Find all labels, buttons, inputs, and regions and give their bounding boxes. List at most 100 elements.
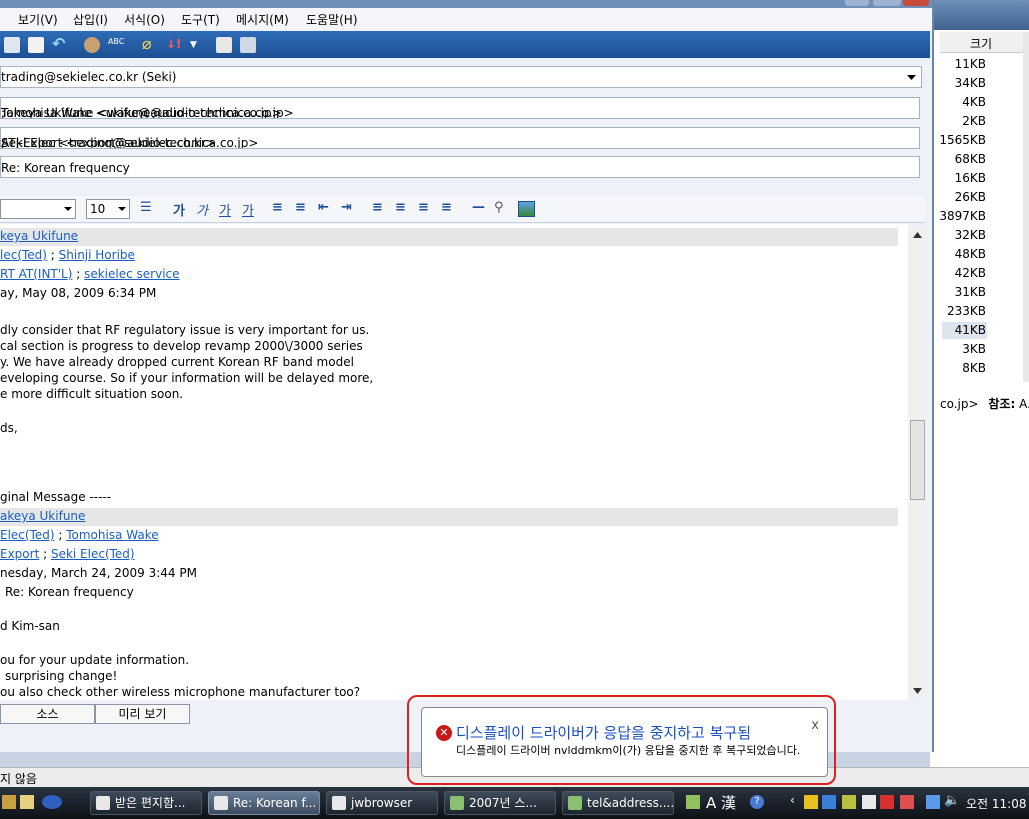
attach-icon[interactable]: ⌀ [142, 36, 158, 53]
horizontal-line-icon[interactable]: — [472, 200, 485, 215]
header-from-link[interactable]: keya Ukifune [0, 229, 78, 243]
quote-cc-link-2[interactable]: Seki Elec(Ted) [51, 547, 135, 561]
body-line: y. We have already dropped current Korea… [0, 355, 354, 369]
quote-header-highlight [0, 508, 898, 526]
chevron-down-icon[interactable] [904, 69, 919, 85]
task-compose[interactable]: Re: Korean f... [208, 791, 320, 815]
font-color-button[interactable]: 가 [242, 200, 254, 219]
subject-field[interactable]: Re: Korean frequency [0, 156, 920, 178]
notification-balloon[interactable]: ✕ 디스플레이 드라이버가 응답을 중지하고 복구됨 디스플레이 드라이버 nv… [421, 707, 828, 777]
from-select[interactable]: trading@sekielec.co.kr (Seki) [0, 66, 922, 88]
undo-icon[interactable]: ↶ [52, 36, 68, 53]
sign-icon[interactable] [216, 37, 232, 53]
cc-recipient-2[interactable]: Seki Elec <trading@sekielec.co.kr> [1, 136, 216, 148]
scroll-down-icon[interactable] [913, 688, 922, 694]
ime-mode[interactable]: A 漢 [706, 792, 736, 813]
explorer-icon[interactable] [20, 795, 34, 809]
copy-icon[interactable] [4, 37, 20, 53]
menu-help[interactable]: 도움말(H) [306, 11, 358, 28]
increase-indent-icon[interactable]: ⇥ [341, 200, 352, 215]
task-inbox[interactable]: 받은 편지함... [90, 791, 202, 815]
tray-expand-icon[interactable]: ‹ [790, 793, 795, 807]
list-scrollbar[interactable] [1023, 32, 1029, 382]
quicklaunch-app-icon[interactable] [42, 795, 62, 809]
task-document[interactable]: 2007년 스... [444, 791, 556, 815]
quote-line: ou also check other wireless microphone … [0, 685, 361, 699]
align-right-icon[interactable]: ≡ [418, 200, 429, 215]
task-spreadsheet[interactable]: tel&address.... [562, 791, 674, 815]
quote-to-link-1[interactable]: Elec(Ted) [0, 528, 55, 542]
bold-button[interactable]: 가 [173, 200, 185, 219]
size-cell: 32KB [954, 228, 986, 242]
task-label: 받은 편지함... [115, 796, 186, 810]
underline-button[interactable]: 가 [219, 200, 231, 219]
tray-app-icon[interactable] [880, 795, 894, 809]
ime-pad-icon[interactable] [686, 795, 700, 809]
priority-icon[interactable]: ↓! [166, 37, 182, 53]
warning-icon[interactable] [804, 795, 818, 809]
priority-dropdown-icon[interactable]: ▼ [190, 37, 200, 53]
spelling-icon[interactable]: ABC [108, 37, 124, 53]
paragraph-style-icon[interactable]: ☰ [140, 200, 152, 215]
quote-greeting: d Kim-san [0, 619, 60, 633]
cc-field[interactable]: ATJ-Export <export@audio-technica.co.jp>… [0, 127, 920, 149]
show-desktop-icon[interactable] [2, 795, 16, 809]
display-icon[interactable] [926, 795, 940, 809]
hyperlink-icon[interactable]: ⚲ [494, 200, 504, 215]
quote-subject: Re: Korean frequency [5, 585, 134, 599]
window-titlebar[interactable] [0, 0, 932, 8]
header-cc: RT AT(INT'L) ; sekielec service [0, 267, 180, 281]
tray-app-icon[interactable] [842, 795, 856, 809]
volume-icon[interactable]: 🔈 [944, 793, 960, 808]
header-to-link-2[interactable]: Shinji Horibe [59, 248, 135, 262]
align-center-icon[interactable]: ≡ [395, 200, 406, 215]
to-field[interactable]: Takeya Ukifune <ukifune@audio-technica.c… [0, 97, 920, 119]
menu-message[interactable]: 메시지(M) [236, 11, 289, 28]
font-name-select[interactable] [0, 199, 76, 219]
bullet-list-icon[interactable]: ≡ [295, 200, 306, 215]
scroll-thumb[interactable] [910, 420, 925, 500]
header-cc-link-1[interactable]: RT AT(INT'L) [0, 267, 72, 281]
header-to-link-1[interactable]: lec(Ted) [0, 248, 47, 262]
encrypt-icon[interactable] [240, 37, 256, 53]
minimize-button[interactable] [845, 0, 869, 6]
align-left-icon[interactable]: ≡ [372, 200, 383, 215]
menu-view[interactable]: 보기(V) [18, 11, 58, 28]
subject-value: Re: Korean frequency [1, 161, 130, 175]
network-icon[interactable] [822, 795, 836, 809]
close-icon[interactable]: x [811, 718, 819, 733]
size-cell: 41KB [954, 323, 986, 337]
tray-app-icon[interactable] [900, 795, 914, 809]
menu-insert[interactable]: 삽입(I) [73, 11, 108, 28]
size-cell: 42KB [954, 266, 986, 280]
quote-from-link[interactable]: akeya Ukifune [0, 509, 85, 523]
tab-preview[interactable]: 미리 보기 [95, 704, 190, 724]
numbered-list-icon[interactable]: ≡ [272, 200, 283, 215]
italic-button[interactable]: 가 [196, 200, 208, 219]
scroll-up-icon[interactable] [913, 232, 922, 238]
justify-icon[interactable]: ≡ [441, 200, 452, 215]
tray-app-icon[interactable] [862, 795, 876, 809]
task-jwbrowser[interactable]: jwbrowser [326, 791, 438, 815]
tab-source[interactable]: 소스 [0, 704, 95, 724]
header-cc-link-2[interactable]: sekielec service [84, 267, 179, 281]
menu-format[interactable]: 서식(O) [124, 11, 165, 28]
help-icon[interactable]: ? [750, 795, 764, 809]
to-recipient-2[interactable]: Tomohisa Wake <wake@audio-technica.co.jp… [1, 106, 282, 118]
paste-icon[interactable] [28, 37, 44, 53]
body-line: eveloping course. So if your information… [0, 371, 374, 385]
font-size-select[interactable]: 10 [86, 199, 130, 219]
compose-icon [214, 796, 228, 810]
check-names-icon[interactable] [84, 37, 100, 53]
insert-picture-icon[interactable] [518, 201, 535, 217]
quote-to-link-2[interactable]: Tomohisa Wake [66, 528, 158, 542]
close-button[interactable] [903, 0, 929, 6]
decrease-indent-icon[interactable]: ⇤ [318, 200, 329, 215]
message-body[interactable]: keya Ukifune lec(Ted) ; Shinji Horibe RT… [0, 224, 908, 700]
quote-cc-link-1[interactable]: Export [0, 547, 39, 561]
maximize-button[interactable] [873, 0, 901, 6]
taskbar: 받은 편지함... Re: Korean f... jwbrowser 2007… [0, 787, 1029, 819]
size-cell: 11KB [954, 57, 986, 71]
menu-tools[interactable]: 도구(T) [181, 11, 220, 28]
clock[interactable]: 오전 11:08 [966, 795, 1026, 812]
